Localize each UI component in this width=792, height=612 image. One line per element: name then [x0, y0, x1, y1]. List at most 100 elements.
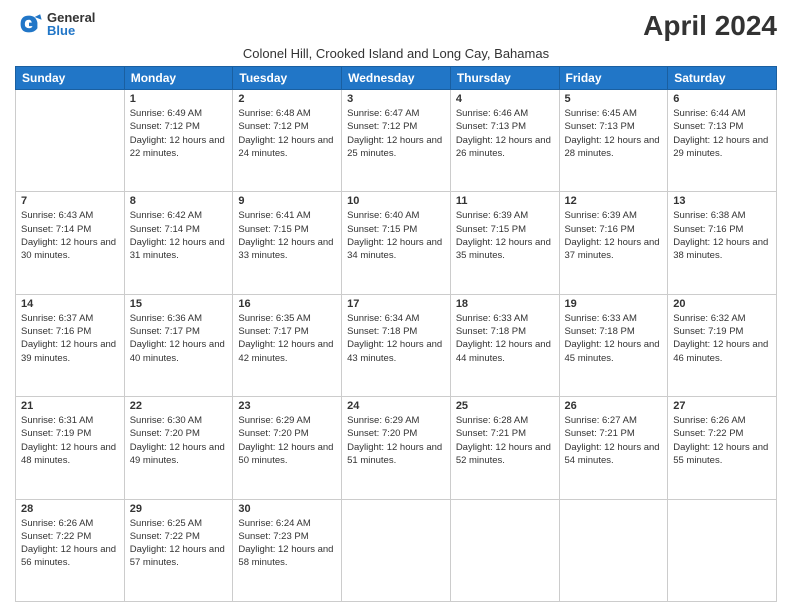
daylight-label: Daylight: 12 hours and 45 minutes.: [565, 339, 660, 363]
day-info: Sunrise: 6:47 AM Sunset: 7:12 PM Dayligh…: [347, 107, 445, 160]
calendar-cell: 29 Sunrise: 6:25 AM Sunset: 7:22 PM Dayl…: [124, 499, 233, 601]
day-number: 12: [565, 195, 663, 207]
calendar-cell: [342, 499, 451, 601]
day-info: Sunrise: 6:37 AM Sunset: 7:16 PM Dayligh…: [21, 312, 119, 365]
calendar-cell: 12 Sunrise: 6:39 AM Sunset: 7:16 PM Dayl…: [559, 192, 668, 294]
sunrise-label: Sunrise: 6:39 AM: [565, 210, 637, 221]
sunrise-label: Sunrise: 6:36 AM: [130, 313, 202, 324]
sunset-label: Sunset: 7:21 PM: [456, 428, 526, 439]
sunrise-label: Sunrise: 6:35 AM: [238, 313, 310, 324]
sunset-label: Sunset: 7:12 PM: [130, 121, 200, 132]
calendar-cell: 22 Sunrise: 6:30 AM Sunset: 7:20 PM Dayl…: [124, 397, 233, 499]
calendar-cell: 23 Sunrise: 6:29 AM Sunset: 7:20 PM Dayl…: [233, 397, 342, 499]
calendar-cell: [16, 90, 125, 192]
calendar-cell: 27 Sunrise: 6:26 AM Sunset: 7:22 PM Dayl…: [668, 397, 777, 499]
calendar-cell: 21 Sunrise: 6:31 AM Sunset: 7:19 PM Dayl…: [16, 397, 125, 499]
calendar-cell: 7 Sunrise: 6:43 AM Sunset: 7:14 PM Dayli…: [16, 192, 125, 294]
day-info: Sunrise: 6:35 AM Sunset: 7:17 PM Dayligh…: [238, 312, 336, 365]
sunset-label: Sunset: 7:18 PM: [347, 326, 417, 337]
calendar-cell: 13 Sunrise: 6:38 AM Sunset: 7:16 PM Dayl…: [668, 192, 777, 294]
sunset-label: Sunset: 7:14 PM: [130, 224, 200, 235]
daylight-label: Daylight: 12 hours and 42 minutes.: [238, 339, 333, 363]
day-info: Sunrise: 6:28 AM Sunset: 7:21 PM Dayligh…: [456, 414, 554, 467]
calendar-cell: 17 Sunrise: 6:34 AM Sunset: 7:18 PM Dayl…: [342, 294, 451, 396]
sunrise-label: Sunrise: 6:31 AM: [21, 415, 93, 426]
calendar-cell: 26 Sunrise: 6:27 AM Sunset: 7:21 PM Dayl…: [559, 397, 668, 499]
daylight-label: Daylight: 12 hours and 40 minutes.: [130, 339, 225, 363]
calendar-cell: 2 Sunrise: 6:48 AM Sunset: 7:12 PM Dayli…: [233, 90, 342, 192]
day-number: 14: [21, 298, 119, 310]
day-number: 17: [347, 298, 445, 310]
sunset-label: Sunset: 7:13 PM: [673, 121, 743, 132]
day-number: 7: [21, 195, 119, 207]
calendar-cell: 18 Sunrise: 6:33 AM Sunset: 7:18 PM Dayl…: [450, 294, 559, 396]
day-info: Sunrise: 6:44 AM Sunset: 7:13 PM Dayligh…: [673, 107, 771, 160]
day-info: Sunrise: 6:49 AM Sunset: 7:12 PM Dayligh…: [130, 107, 228, 160]
sunset-label: Sunset: 7:16 PM: [673, 224, 743, 235]
sunrise-label: Sunrise: 6:37 AM: [21, 313, 93, 324]
daylight-label: Daylight: 12 hours and 28 minutes.: [565, 135, 660, 159]
calendar-cell: 5 Sunrise: 6:45 AM Sunset: 7:13 PM Dayli…: [559, 90, 668, 192]
sunrise-label: Sunrise: 6:42 AM: [130, 210, 202, 221]
sunset-label: Sunset: 7:13 PM: [565, 121, 635, 132]
col-wednesday: Wednesday: [342, 67, 451, 90]
daylight-label: Daylight: 12 hours and 37 minutes.: [565, 237, 660, 261]
sunset-label: Sunset: 7:23 PM: [238, 531, 308, 542]
week-row-3: 21 Sunrise: 6:31 AM Sunset: 7:19 PM Dayl…: [16, 397, 777, 499]
day-info: Sunrise: 6:40 AM Sunset: 7:15 PM Dayligh…: [347, 209, 445, 262]
week-row-1: 7 Sunrise: 6:43 AM Sunset: 7:14 PM Dayli…: [16, 192, 777, 294]
day-info: Sunrise: 6:39 AM Sunset: 7:16 PM Dayligh…: [565, 209, 663, 262]
sunset-label: Sunset: 7:15 PM: [238, 224, 308, 235]
calendar-table: Sunday Monday Tuesday Wednesday Thursday…: [15, 66, 777, 602]
daylight-label: Daylight: 12 hours and 35 minutes.: [456, 237, 551, 261]
calendar-cell: 25 Sunrise: 6:28 AM Sunset: 7:21 PM Dayl…: [450, 397, 559, 499]
calendar-cell: 1 Sunrise: 6:49 AM Sunset: 7:12 PM Dayli…: [124, 90, 233, 192]
daylight-label: Daylight: 12 hours and 57 minutes.: [130, 544, 225, 568]
day-number: 5: [565, 93, 663, 105]
day-info: Sunrise: 6:26 AM Sunset: 7:22 PM Dayligh…: [21, 517, 119, 570]
sunrise-label: Sunrise: 6:45 AM: [565, 108, 637, 119]
day-number: 16: [238, 298, 336, 310]
sunset-label: Sunset: 7:22 PM: [21, 531, 91, 542]
header-row: Sunday Monday Tuesday Wednesday Thursday…: [16, 67, 777, 90]
logo-text: General Blue: [47, 11, 95, 37]
calendar-cell: 14 Sunrise: 6:37 AM Sunset: 7:16 PM Dayl…: [16, 294, 125, 396]
daylight-label: Daylight: 12 hours and 56 minutes.: [21, 544, 116, 568]
col-tuesday: Tuesday: [233, 67, 342, 90]
daylight-label: Daylight: 12 hours and 54 minutes.: [565, 442, 660, 466]
calendar-cell: 20 Sunrise: 6:32 AM Sunset: 7:19 PM Dayl…: [668, 294, 777, 396]
sunrise-label: Sunrise: 6:34 AM: [347, 313, 419, 324]
day-number: 22: [130, 400, 228, 412]
sunset-label: Sunset: 7:16 PM: [565, 224, 635, 235]
day-number: 11: [456, 195, 554, 207]
calendar-cell: 16 Sunrise: 6:35 AM Sunset: 7:17 PM Dayl…: [233, 294, 342, 396]
day-info: Sunrise: 6:32 AM Sunset: 7:19 PM Dayligh…: [673, 312, 771, 365]
calendar-cell: [668, 499, 777, 601]
calendar-cell: [450, 499, 559, 601]
sunrise-label: Sunrise: 6:41 AM: [238, 210, 310, 221]
day-number: 4: [456, 93, 554, 105]
calendar-cell: 9 Sunrise: 6:41 AM Sunset: 7:15 PM Dayli…: [233, 192, 342, 294]
month-title: April 2024: [643, 10, 777, 42]
sunset-label: Sunset: 7:21 PM: [565, 428, 635, 439]
daylight-label: Daylight: 12 hours and 44 minutes.: [456, 339, 551, 363]
calendar-cell: 4 Sunrise: 6:46 AM Sunset: 7:13 PM Dayli…: [450, 90, 559, 192]
daylight-label: Daylight: 12 hours and 29 minutes.: [673, 135, 768, 159]
calendar-cell: [559, 499, 668, 601]
sunset-label: Sunset: 7:17 PM: [130, 326, 200, 337]
sunrise-label: Sunrise: 6:49 AM: [130, 108, 202, 119]
day-info: Sunrise: 6:42 AM Sunset: 7:14 PM Dayligh…: [130, 209, 228, 262]
sunset-label: Sunset: 7:12 PM: [238, 121, 308, 132]
sunrise-label: Sunrise: 6:27 AM: [565, 415, 637, 426]
calendar-cell: 19 Sunrise: 6:33 AM Sunset: 7:18 PM Dayl…: [559, 294, 668, 396]
col-sunday: Sunday: [16, 67, 125, 90]
day-number: 30: [238, 503, 336, 515]
sunset-label: Sunset: 7:19 PM: [21, 428, 91, 439]
col-friday: Friday: [559, 67, 668, 90]
day-info: Sunrise: 6:27 AM Sunset: 7:21 PM Dayligh…: [565, 414, 663, 467]
sunrise-label: Sunrise: 6:47 AM: [347, 108, 419, 119]
calendar-cell: 15 Sunrise: 6:36 AM Sunset: 7:17 PM Dayl…: [124, 294, 233, 396]
day-number: 19: [565, 298, 663, 310]
day-info: Sunrise: 6:33 AM Sunset: 7:18 PM Dayligh…: [565, 312, 663, 365]
day-number: 10: [347, 195, 445, 207]
